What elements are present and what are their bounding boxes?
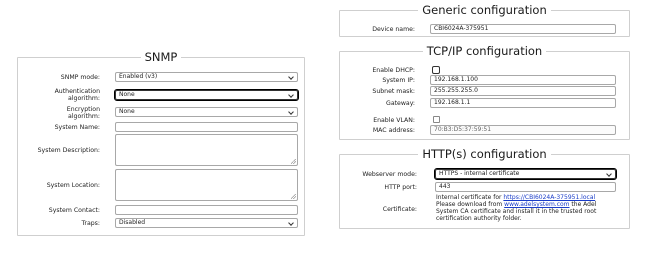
snmp-mode-select[interactable]: Enabled (v3): [115, 72, 298, 82]
system-contact-input[interactable]: [115, 205, 298, 215]
subnet-mask-input[interactable]: 255.255.255.0: [430, 86, 616, 96]
resize-grip-icon[interactable]: [291, 159, 296, 164]
enable-vlan-label: Enable VLAN:: [373, 117, 415, 124]
gateway-input[interactable]: 192.168.1.1: [430, 98, 616, 108]
device-name-input[interactable]: CBI6024A-375951: [430, 24, 616, 34]
system-description-label: System Description:: [37, 147, 100, 154]
system-location-label: System Location:: [46, 182, 100, 189]
encryption-algorithm-label: Encryption algorithm:: [66, 106, 100, 120]
webserver-mode-label: Webserver mode:: [362, 171, 417, 178]
device-url-link[interactable]: https://CBI6024A-375951.local: [503, 194, 595, 201]
certificate-label: Certificate:: [382, 206, 417, 213]
system-ip-label: System IP:: [382, 77, 415, 84]
http-configuration-title: HTTP(s) configuration: [422, 147, 547, 161]
snmp-mode-label: SNMP mode:: [60, 74, 100, 81]
webserver-mode-select[interactable]: HTTPS - internal certificate: [434, 168, 617, 180]
system-location-textarea[interactable]: [115, 169, 298, 201]
tcpip-configuration-title: TCP/IP configuration: [426, 44, 543, 58]
traps-select[interactable]: Disabled: [115, 218, 298, 228]
gateway-label: Gateway:: [386, 100, 415, 107]
snmp-title: SNMP: [144, 50, 178, 64]
mac-address-field: 70:B3:D5:37:59:51: [430, 125, 616, 135]
traps-label: Traps:: [81, 220, 100, 227]
adelsystem-link[interactable]: www.adelsystem.com: [504, 201, 569, 208]
resize-grip-icon[interactable]: [291, 194, 296, 199]
system-description-textarea[interactable]: [115, 134, 298, 166]
encryption-algorithm-select[interactable]: None: [115, 107, 298, 117]
authentication-algorithm-select[interactable]: None: [114, 89, 299, 101]
http-port-label: HTTP port:: [384, 184, 417, 191]
system-contact-label: System Contact:: [48, 207, 100, 214]
system-name-input[interactable]: [115, 122, 298, 132]
system-name-label: System Name:: [54, 124, 100, 131]
http-port-input[interactable]: 443: [435, 182, 616, 192]
enable-vlan-checkbox[interactable]: [433, 116, 440, 123]
enable-dhcp-checkbox[interactable]: [432, 66, 440, 74]
system-ip-input[interactable]: 192.168.1.100: [430, 75, 616, 85]
certificate-info-text: Internal certificate for https://CBI6024…: [436, 194, 597, 222]
subnet-mask-label: Subnet mask:: [372, 88, 415, 95]
enable-dhcp-label: Enable DHCP:: [372, 67, 415, 74]
mac-address-label: MAC address:: [372, 127, 415, 134]
authentication-algorithm-label: Authentication algorithm:: [54, 88, 100, 102]
device-name-label: Device name:: [372, 26, 415, 33]
generic-configuration-title: Generic configuration: [422, 3, 547, 17]
